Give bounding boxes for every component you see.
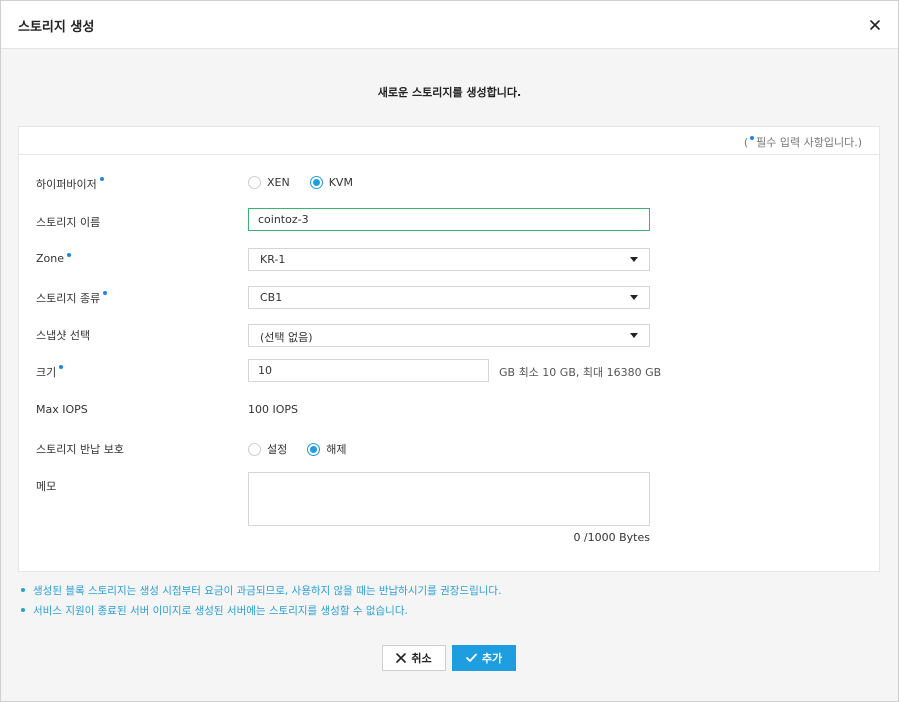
return-protection-on-label[interactable]: 설정 [267, 441, 287, 457]
zone-selected-value: KR-1 [260, 253, 286, 266]
hypervisor-xen-radio[interactable] [248, 176, 261, 189]
max-iops-label: Max IOPS [36, 403, 88, 416]
note-text: 서비스 지원이 종료된 서버 이미지로 생성된 서버에는 스토리지를 생성할 수… [33, 605, 408, 617]
dialog-subtitle: 새로운 스토리지를 생성합니다. [377, 86, 522, 99]
caret-down-icon [630, 295, 638, 300]
hypervisor-radio-group: XEN KVM [248, 176, 373, 189]
required-note-text: 필수 입력 사항입니다.) [756, 136, 862, 149]
add-button[interactable]: 추가 [452, 645, 516, 671]
cancel-button[interactable]: 취소 [382, 645, 446, 671]
storage-type-label-text: 스토리지 종류 [36, 292, 101, 305]
return-protection-radio-group: 설정 해제 [248, 441, 367, 457]
size-label: 크기 [36, 364, 64, 380]
max-iops-value: 100 IOPS [248, 403, 299, 416]
note-text: 생성된 블록 스토리지는 생성 시점부터 요금이 과금되므로, 사용하지 않을 … [33, 585, 502, 597]
note-item: 생성된 블록 스토리지는 생성 시점부터 요금이 과금되므로, 사용하지 않을 … [21, 581, 881, 601]
bullet-icon [21, 608, 25, 612]
hypervisor-xen-label[interactable]: XEN [267, 176, 290, 189]
hypervisor-label: 하이퍼바이저 [36, 176, 104, 192]
size-input[interactable] [248, 359, 489, 382]
memo-label: 메모 [36, 480, 57, 493]
memo-byte-counter: 0 /1000 Bytes [573, 531, 650, 544]
return-protection-off-label[interactable]: 해제 [326, 441, 346, 457]
return-protection-label: 스토리지 반납 보호 [36, 443, 124, 456]
storage-type-select[interactable]: CB1 [248, 286, 650, 309]
storage-name-label: 스토리지 이름 [36, 216, 101, 229]
zone-label-text: Zone [36, 252, 65, 265]
return-protection-off-radio[interactable] [307, 442, 321, 456]
size-label-text: 크기 [36, 366, 57, 379]
size-hint: GB 최소 10 GB, 최대 16380 GB [499, 366, 662, 379]
required-dot-icon [67, 253, 72, 257]
hypervisor-kvm-label[interactable]: KVM [329, 176, 353, 189]
close-icon [396, 653, 407, 663]
bullet-icon [21, 588, 25, 592]
storage-name-input[interactable] [248, 208, 650, 231]
storage-create-dialog: 스토리지 생성 새로운 스토리지를 생성합니다. ( 필수 입력 사항입니다.) … [0, 0, 899, 702]
form-panel: ( 필수 입력 사항입니다.) 하이퍼바이저 XEN KVM 스토리지 이름 Zo… [18, 126, 880, 572]
cancel-button-label: 취소 [411, 652, 432, 665]
storage-type-selected-value: CB1 [260, 291, 283, 304]
required-dot-icon [99, 177, 104, 181]
required-note-open: ( [743, 136, 749, 149]
return-protection-on-radio[interactable] [248, 442, 261, 456]
storage-type-label: 스토리지 종류 [36, 290, 108, 306]
panel-divider [19, 154, 879, 155]
snapshot-label: 스냅샷 선택 [36, 329, 91, 342]
hypervisor-label-text: 하이퍼바이저 [36, 178, 97, 191]
required-note: ( 필수 입력 사항입니다.) [744, 134, 862, 150]
dialog-title: 스토리지 생성 [18, 20, 95, 35]
note-item: 서비스 지원이 종료된 서버 이미지로 생성된 서버에는 스토리지를 생성할 수… [21, 601, 881, 621]
caret-down-icon [630, 333, 638, 338]
dialog-header: 스토리지 생성 [1, 1, 898, 49]
required-dot-icon [103, 291, 108, 295]
hypervisor-kvm-radio[interactable] [309, 176, 323, 189]
zone-select[interactable]: KR-1 [248, 248, 650, 271]
snapshot-selected-value: (선택 없음) [260, 331, 313, 344]
snapshot-select[interactable]: (선택 없음) [248, 324, 650, 347]
required-dot-icon [59, 365, 64, 369]
required-dot-icon [750, 136, 755, 140]
notes-list: 생성된 블록 스토리지는 생성 시점부터 요금이 과금되므로, 사용하지 않을 … [21, 581, 881, 621]
zone-label: Zone [36, 252, 72, 265]
close-icon[interactable] [867, 17, 883, 33]
check-icon [465, 653, 477, 662]
caret-down-icon [630, 257, 638, 262]
memo-textarea[interactable] [248, 472, 650, 526]
add-button-label: 추가 [481, 652, 503, 665]
